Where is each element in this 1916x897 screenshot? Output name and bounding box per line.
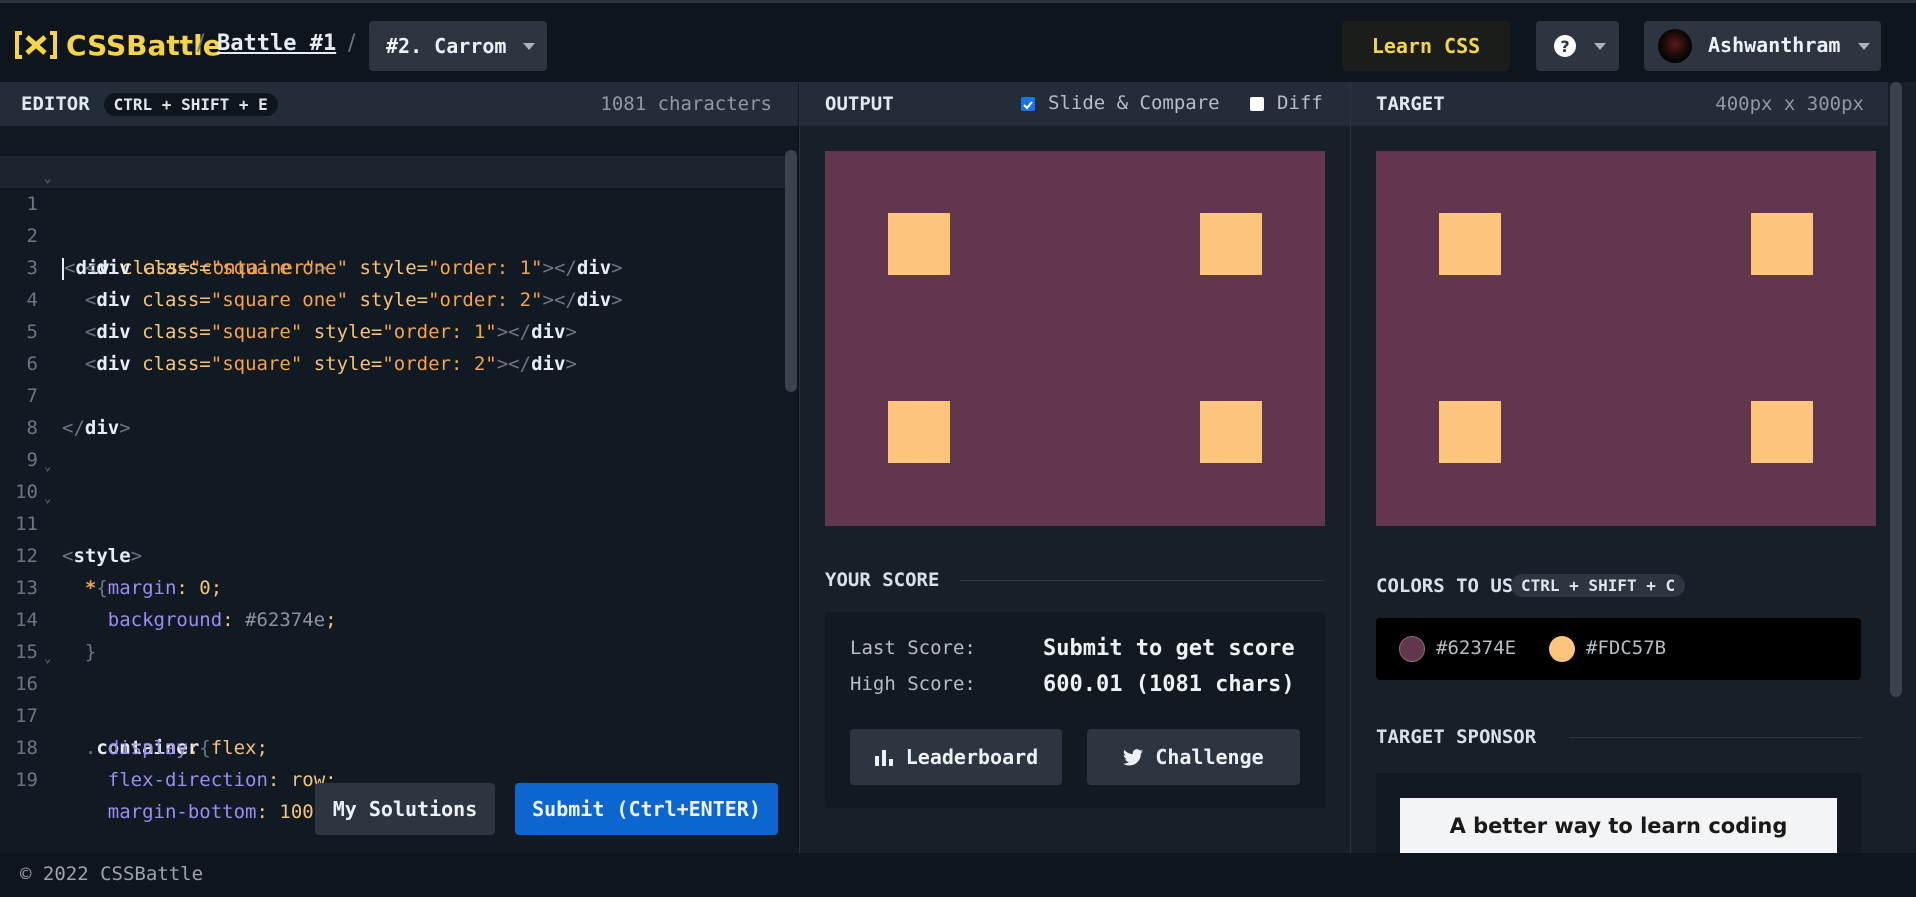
- high-score-value: 600.01 (1081 chars): [1043, 672, 1295, 697]
- breadcrumb-separator: /: [197, 31, 205, 56]
- editor-header: EDITOR CTRL + SHIFT + E 1081 characters: [0, 82, 798, 126]
- code-line[interactable]: 5 <div class="square" style="order: 2"><…: [0, 284, 785, 375]
- twitter-icon: [1123, 748, 1144, 765]
- avatar: [1658, 29, 1692, 63]
- target-header: TARGET 400px x 300px: [1351, 82, 1888, 126]
- section-divider: [960, 580, 1324, 581]
- square: [1439, 401, 1501, 463]
- chevron-down-icon: [523, 43, 535, 50]
- user-menu-button[interactable]: Ashwanthram: [1644, 21, 1881, 71]
- code-line[interactable]: 15: [0, 604, 785, 663]
- battle-link[interactable]: Battle #1: [217, 31, 336, 56]
- leaderboard-button[interactable]: Leaderboard: [850, 729, 1062, 785]
- output-canvas[interactable]: [825, 151, 1325, 526]
- code-line[interactable]: 19 margin-bottom: 100px;: [0, 732, 785, 823]
- code-line[interactable]: 6: [0, 316, 785, 375]
- code-line[interactable]: 3 <div class="square one" style="order: …: [0, 220, 785, 311]
- code-line[interactable]: 18 flex-direction: row;: [0, 700, 785, 791]
- square: [1200, 213, 1262, 275]
- challenge-label: Challenge: [1155, 745, 1264, 769]
- diff-label[interactable]: Diff: [1277, 92, 1323, 114]
- code-line[interactable]: 11 ⌄ *{: [0, 476, 785, 599]
- high-score-label: High Score:: [850, 673, 976, 695]
- target-title: TARGET: [1376, 93, 1445, 115]
- output-header: OUTPUT Slide & Compare Diff: [800, 82, 1350, 126]
- character-count: 1081 characters: [600, 93, 772, 115]
- slide-compare-label[interactable]: Slide & Compare: [1048, 92, 1220, 114]
- code-line[interactable]: 10 ⌄ <style>: [0, 444, 785, 567]
- user-name: Ashwanthram: [1708, 33, 1841, 57]
- last-score-value: Submit to get score: [1043, 636, 1295, 661]
- editor-scrollbar[interactable]: [785, 150, 797, 392]
- question-icon: ?: [1554, 35, 1576, 57]
- score-card: Last Score: Submit to get score High Sco…: [825, 612, 1325, 808]
- target-sponsor-title: TARGET SPONSOR: [1376, 726, 1537, 748]
- code-line[interactable]: 7 </div>: [0, 348, 785, 439]
- code-line[interactable]: 1 ⌄ <div class="container">: [0, 156, 785, 280]
- copyright-text: © 2022 CSSBattle: [20, 863, 204, 885]
- code-line[interactable]: 9: [0, 412, 785, 471]
- colors-title: COLORS TO USE: [1376, 575, 1525, 597]
- slide-compare-checkbox[interactable]: [1021, 97, 1035, 111]
- square: [1439, 213, 1501, 275]
- code-line[interactable]: 17 display: flex;: [0, 668, 785, 759]
- sponsor-banner[interactable]: A better way to learn coding: [1400, 798, 1837, 853]
- code-line[interactable]: 14 }: [0, 572, 785, 663]
- code-line[interactable]: 2 <div class="square one" style="order: …: [0, 188, 785, 279]
- target-dimensions: 400px x 300px: [1715, 93, 1864, 115]
- editor-title: EDITOR: [21, 93, 90, 115]
- code-line[interactable]: 13 background: #62374e;: [0, 540, 785, 631]
- output-title: OUTPUT: [825, 93, 894, 115]
- square: [888, 213, 950, 275]
- section-divider: [1569, 737, 1862, 738]
- colors-palette: #62374E #FDC57B: [1376, 618, 1861, 680]
- your-score-title: YOUR SCORE: [825, 569, 940, 591]
- code-line[interactable]: 8: [0, 380, 785, 439]
- editor-shortcut-badge: CTRL + SHIFT + E: [103, 92, 278, 116]
- line-number: 19: [15, 769, 38, 791]
- target-panel: COLORS TO USE CTRL + SHIFT + C TARGET SP…: [1351, 126, 1888, 853]
- code-editor[interactable]: 1 ⌄ <div class="container"> 2 <div class…: [0, 126, 798, 853]
- chevron-down-icon: [1594, 43, 1606, 50]
- chevron-down-icon: [1858, 43, 1870, 50]
- color-swatch[interactable]: [1549, 636, 1575, 662]
- help-button[interactable]: ?: [1536, 21, 1619, 71]
- code-lines[interactable]: 1 ⌄ <div class="container"> 2 <div class…: [0, 156, 785, 823]
- code-line[interactable]: 16 ⌄ .container{: [0, 636, 785, 759]
- square: [1200, 401, 1262, 463]
- square: [888, 401, 950, 463]
- bar-chart-icon: [874, 750, 893, 766]
- page-scrollbar[interactable]: [1890, 82, 1902, 697]
- target-canvas: [1376, 151, 1876, 526]
- footer: © 2022 CSSBattle: [0, 853, 1916, 897]
- colors-shortcut-badge: CTRL + SHIFT + C: [1511, 574, 1686, 597]
- learn-css-button[interactable]: Learn CSS: [1342, 21, 1510, 71]
- last-score-label: Last Score:: [850, 637, 976, 659]
- color-hex[interactable]: #62374E: [1436, 637, 1516, 659]
- challenge-button[interactable]: Challenge: [1087, 729, 1300, 785]
- square: [1751, 213, 1813, 275]
- square: [1751, 401, 1813, 463]
- breadcrumb-separator: /: [348, 31, 356, 56]
- color-swatch[interactable]: [1399, 636, 1425, 662]
- submit-button[interactable]: Submit (Ctrl+ENTER): [515, 783, 778, 835]
- level-select[interactable]: #2. Carrom: [369, 21, 547, 71]
- page-scrollbar-track[interactable]: [1888, 82, 1916, 853]
- sponsor-card[interactable]: A better way to learn coding: [1376, 773, 1861, 853]
- diff-checkbox[interactable]: [1250, 97, 1264, 111]
- checkmark-icon: [1023, 101, 1033, 110]
- cssbattle-logo[interactable]: CSSBattle: [14, 29, 222, 62]
- my-solutions-button[interactable]: My Solutions: [315, 783, 495, 835]
- code-line[interactable]: 12 margin: 0;: [0, 508, 785, 599]
- logo-icon: [15, 31, 57, 59]
- code-line[interactable]: 4 <div class="square" style="order: 1"><…: [0, 252, 785, 343]
- leaderboard-label: Leaderboard: [905, 745, 1039, 769]
- color-hex[interactable]: #FDC57B: [1586, 637, 1666, 659]
- level-select-label: #2. Carrom: [386, 34, 507, 58]
- top-bar: CSSBattle / Battle #1 / #2. Carrom Learn…: [0, 0, 1916, 82]
